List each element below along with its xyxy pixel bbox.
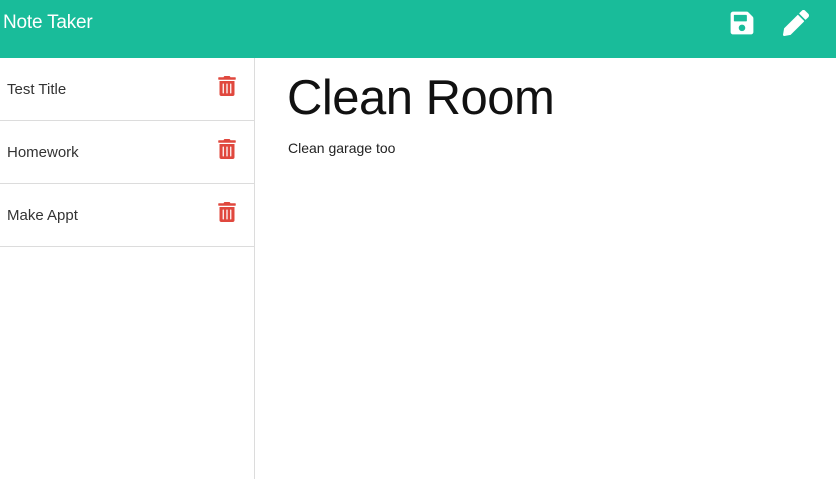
note-list-item-title: Test Title [7, 81, 67, 98]
note-editor: Clean Room Clean garage too [256, 58, 836, 479]
note-title-field[interactable]: Clean Room [287, 70, 555, 126]
note-list-item-title: Homework [7, 144, 79, 161]
notes-sidebar: Test Title Homework Make Appt [0, 58, 255, 479]
trash-icon[interactable] [218, 139, 236, 159]
app-title[interactable]: Note Taker [3, 11, 93, 35]
pencil-icon[interactable] [783, 10, 809, 36]
note-text-area[interactable]: Clean garage too [288, 139, 395, 157]
navbar: Note Taker [0, 0, 836, 58]
note-list-item[interactable]: Test Title [0, 58, 254, 121]
note-list-item-title: Make Appt [7, 207, 78, 224]
note-list-item[interactable]: Homework [0, 121, 254, 184]
trash-icon[interactable] [218, 76, 236, 96]
note-list-item[interactable]: Make Appt [0, 184, 254, 247]
trash-icon[interactable] [218, 202, 236, 222]
save-icon[interactable] [729, 10, 755, 36]
